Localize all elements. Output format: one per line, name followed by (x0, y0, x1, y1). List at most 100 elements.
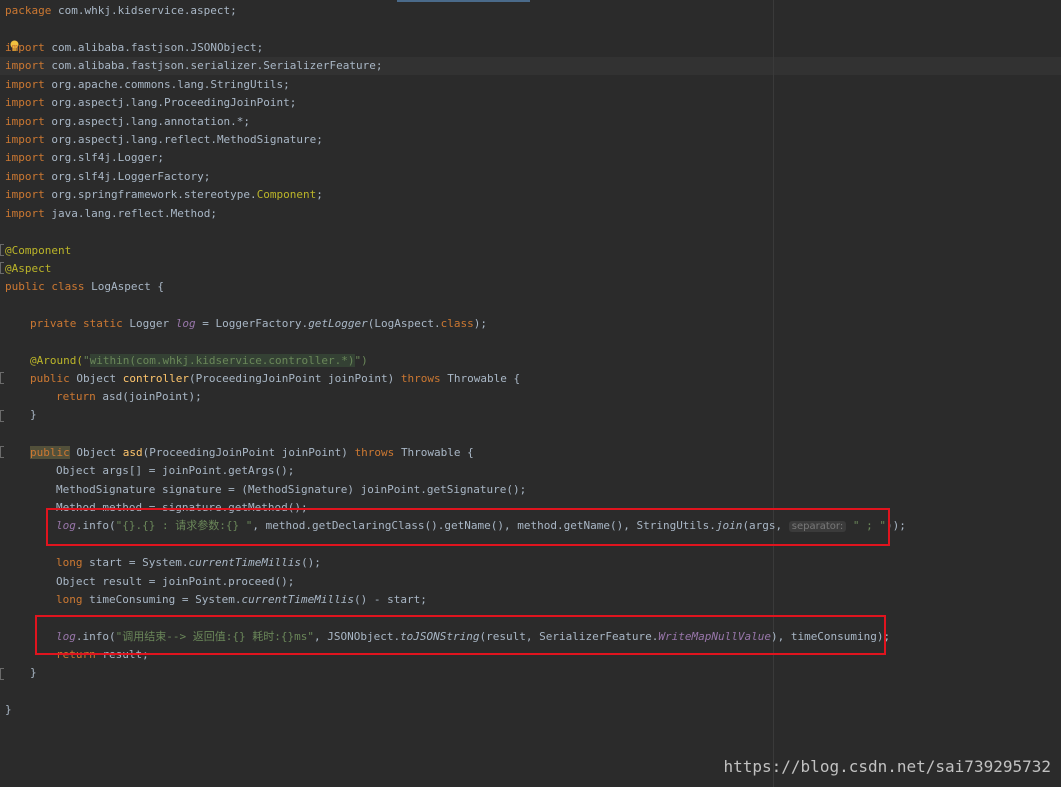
keyword: public class (5, 280, 85, 293)
keyword: long (56, 556, 83, 569)
code-line-import[interactable]: import org.slf4j.LoggerFactory; (5, 168, 210, 186)
expr: = LoggerFactory. (202, 317, 309, 330)
code-line-import[interactable]: import com.alibaba.fastjson.JSONObject; (5, 39, 263, 57)
expr: start = System. (89, 556, 189, 569)
brace: } (30, 408, 37, 421)
keyword: import (5, 115, 45, 128)
code-line-import[interactable]: import java.lang.reflect.Method; (5, 205, 217, 223)
code-line-import[interactable]: import org.aspectj.lang.annotation.*; (5, 113, 250, 131)
keyword: import (5, 78, 45, 91)
tab-indicator (397, 0, 530, 2)
static-field: log (175, 317, 196, 330)
code-line-import[interactable]: import com.alibaba.fastjson.serializer.S… (5, 57, 383, 75)
expr: timeConsuming = System. (89, 593, 242, 606)
keyword: public (30, 446, 70, 459)
import-path: org.aspectj.lang.reflect.MethodSignature… (51, 133, 323, 146)
code-line-package[interactable]: package com.whkj.kidservice.aspect; (5, 2, 237, 20)
params: (ProceedingJoinPoint joinPoint) (142, 446, 348, 459)
keyword: import (5, 41, 45, 54)
static-method: getLogger (308, 317, 368, 330)
pointcut-within: within (89, 354, 130, 367)
code-line-close[interactable]: } (30, 406, 37, 424)
type: Throwable { (400, 446, 474, 459)
import-path: org.slf4j.Logger; (51, 151, 164, 164)
method-name: asd (122, 446, 143, 459)
fold-marker[interactable] (0, 262, 4, 274)
type: Object (76, 372, 117, 385)
statement: Object result = joinPoint.proceed(); (56, 575, 295, 588)
params: (ProceedingJoinPoint joinPoint) (188, 372, 395, 385)
keyword: import (5, 170, 45, 183)
code-line-asd-decl[interactable]: public Object asd(ProceedingJoinPoint jo… (30, 444, 474, 462)
string: ") (354, 354, 368, 367)
code-line-import[interactable]: import org.aspectj.lang.ProceedingJoinPo… (5, 94, 296, 112)
pointcut-expr: (com.whkj.kidservice.controller.*) (129, 354, 355, 367)
code-line-close[interactable]: } (30, 664, 37, 682)
brace: } (30, 666, 37, 679)
expr: asd(joinPoint); (102, 390, 202, 403)
code-line-import[interactable]: import org.springframework.stereotype.Co… (5, 186, 323, 204)
code-line-time[interactable]: long timeConsuming = System.currentTimeM… (56, 591, 427, 609)
expr: (); (301, 556, 321, 569)
fold-marker[interactable] (0, 244, 4, 256)
fold-marker[interactable] (0, 410, 4, 422)
fold-marker[interactable] (0, 446, 4, 458)
import-class-highlight: Component (256, 188, 317, 201)
expr: ); (473, 317, 488, 330)
keyword: import (5, 133, 45, 146)
keyword: return (56, 390, 96, 403)
code-line-result[interactable]: Object result = joinPoint.proceed(); (56, 573, 294, 591)
keyword: import (5, 59, 45, 72)
import-path: org.apache.commons.lang.StringUtils; (51, 78, 290, 91)
code-line-import[interactable]: import org.apache.commons.lang.StringUti… (5, 76, 290, 94)
code-line-start[interactable]: long start = System.currentTimeMillis(); (56, 554, 321, 572)
import-path: org.aspectj.lang.ProceedingJoinPoint; (51, 96, 297, 109)
static-method: currentTimeMillis (241, 593, 355, 606)
keyword: class (440, 317, 474, 330)
code-line-around[interactable]: @Around("within(com.whkj.kidservice.cont… (30, 352, 368, 370)
code-line-annotation[interactable]: @Aspect (5, 260, 51, 278)
annotation: @Around( (30, 354, 83, 367)
semicolon: ; (316, 188, 323, 201)
fold-marker[interactable] (0, 372, 4, 384)
type: Object (76, 446, 117, 459)
watermark: https://blog.csdn.net/sai739295732 (723, 757, 1051, 776)
keyword: import (5, 151, 45, 164)
keyword: import (5, 207, 45, 220)
annotation: @Component (5, 244, 72, 257)
statement: MethodSignature signature = (MethodSigna… (56, 483, 527, 496)
keyword: package (5, 4, 52, 17)
annotation: @Aspect (5, 262, 52, 275)
static-method: currentTimeMillis (188, 556, 302, 569)
fold-marker[interactable] (0, 668, 4, 680)
brace: } (5, 703, 12, 716)
keyword: import (5, 96, 45, 109)
keyword: private static (30, 317, 123, 330)
code-line-args[interactable]: Object args[] = joinPoint.getArgs(); (56, 462, 294, 480)
code-line-signature[interactable]: MethodSignature signature = (MethodSigna… (56, 481, 526, 499)
code-line-controller-decl[interactable]: public Object controller(ProceedingJoinP… (30, 370, 520, 388)
code-line-annotation[interactable]: @Component (5, 242, 71, 260)
code-line-import[interactable]: import org.aspectj.lang.reflect.MethodSi… (5, 131, 323, 149)
statement: Object args[] = joinPoint.getArgs(); (56, 464, 295, 477)
keyword: throws (400, 372, 441, 385)
import-path: org.slf4j.LoggerFactory; (51, 170, 211, 183)
string: " (82, 354, 90, 367)
import-path: com.alibaba.fastjson.JSONObject; (51, 41, 264, 54)
type: Throwable { (447, 372, 521, 385)
import-path: java.lang.reflect.Method; (51, 207, 217, 220)
code-editor[interactable]: package com.whkj.kidservice.aspect; impo… (0, 0, 1061, 787)
code-line-return[interactable]: return asd(joinPoint); (56, 388, 202, 406)
type: Logger (129, 317, 170, 330)
code-line-class-decl[interactable]: public class LogAspect { (5, 278, 164, 296)
code-line-logger-field[interactable]: private static Logger log = LoggerFactor… (30, 315, 487, 333)
expr: () - start; (354, 593, 427, 606)
keyword: public (30, 372, 70, 385)
code-line-import[interactable]: import org.slf4j.Logger; (5, 149, 164, 167)
class-name: LogAspect { (91, 280, 164, 293)
keyword: import (5, 188, 45, 201)
highlight-box-log-params (46, 508, 890, 546)
keyword: throws (354, 446, 395, 459)
import-path: org.aspectj.lang.annotation.*; (51, 115, 251, 128)
code-line-close[interactable]: } (5, 701, 12, 719)
